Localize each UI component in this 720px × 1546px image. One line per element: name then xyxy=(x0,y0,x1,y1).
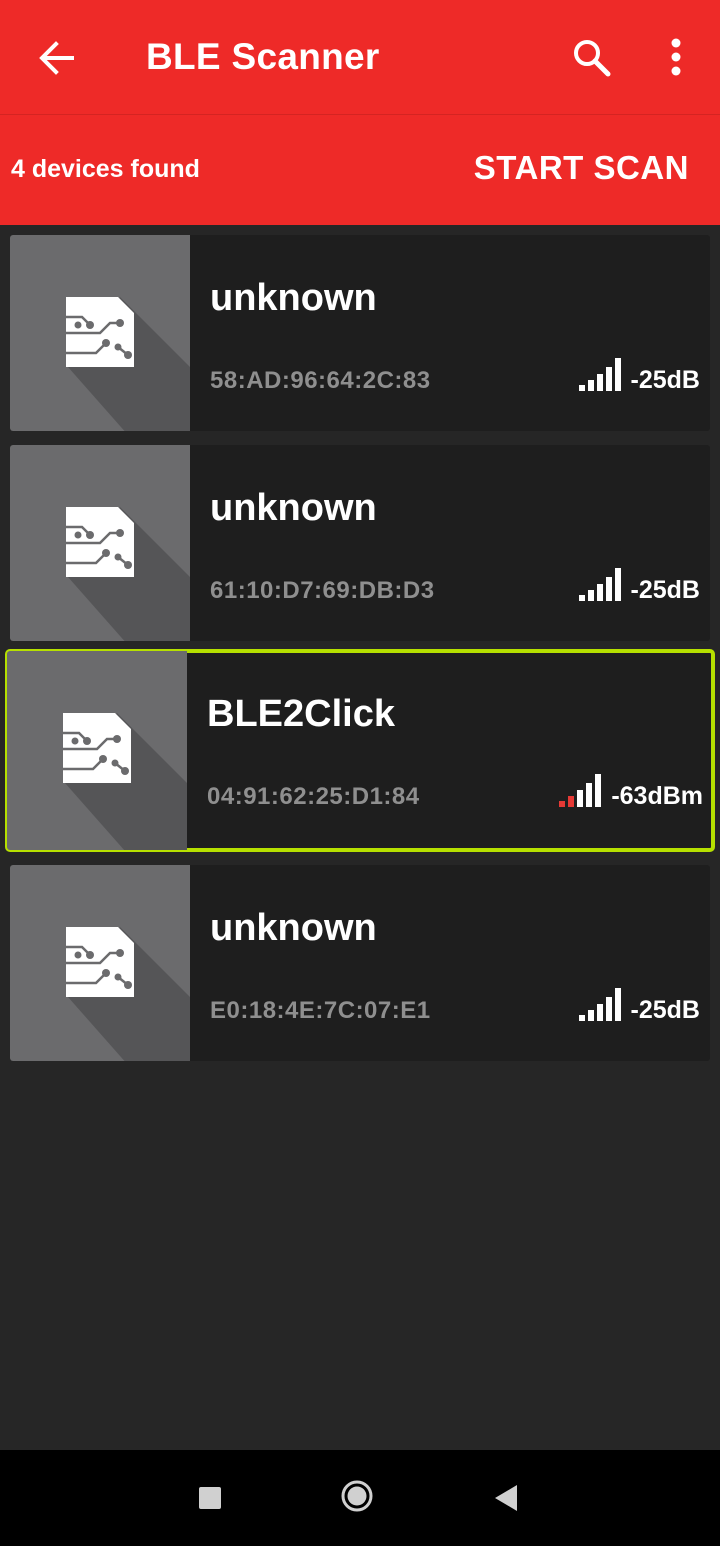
device-thumbnail xyxy=(10,235,190,431)
device-list-item[interactable]: unknown E0:18:4E:7C:07:E1 -25dB xyxy=(10,865,710,1061)
signal-bar xyxy=(605,367,612,391)
signal-bar xyxy=(578,385,585,391)
signal-bar xyxy=(586,783,593,807)
signal-bar xyxy=(578,595,585,601)
device-mac-address: E0:18:4E:7C:07:E1 xyxy=(210,997,431,1024)
recents-square-icon[interactable] xyxy=(199,1487,221,1509)
back-triangle-icon[interactable] xyxy=(493,1483,519,1513)
device-thumbnail xyxy=(10,865,190,1061)
signal-strength: -63dBm xyxy=(559,773,703,811)
signal-bars-icon xyxy=(578,567,621,605)
search-icon[interactable] xyxy=(570,36,614,80)
home-circle-icon[interactable] xyxy=(341,1480,373,1512)
device-list-item[interactable]: unknown 61:10:D7:69:DB:D3 -25dB xyxy=(10,445,710,641)
device-name: unknown xyxy=(210,907,377,949)
app-bar: BLE Scanner xyxy=(0,0,720,115)
rssi-value: -25dB xyxy=(630,576,700,604)
signal-bar xyxy=(578,1015,585,1021)
signal-strength: -25dB xyxy=(578,987,700,1025)
chip-icon xyxy=(66,297,190,431)
signal-bar xyxy=(605,997,612,1021)
device-list-item[interactable]: BLE2Click 04:91:62:25:D1:84 -63dBm xyxy=(5,649,715,852)
signal-bar xyxy=(587,1010,594,1021)
signal-bars-icon xyxy=(559,773,602,811)
signal-strength: -25dB xyxy=(578,567,700,605)
more-vert-icon[interactable] xyxy=(662,36,690,80)
signal-bar xyxy=(587,380,594,391)
system-nav-bar xyxy=(0,1450,720,1546)
signal-bar xyxy=(596,1004,603,1021)
app-title: BLE Scanner xyxy=(146,36,380,77)
chip-icon xyxy=(66,507,190,641)
device-name: unknown xyxy=(210,487,377,529)
rssi-value: -63dBm xyxy=(611,782,703,810)
signal-bar xyxy=(596,374,603,391)
devices-found-count: 4 devices found xyxy=(11,155,200,183)
device-mac-address: 04:91:62:25:D1:84 xyxy=(207,783,420,810)
scan-bar: 4 devices found START SCAN xyxy=(0,115,720,225)
device-name: unknown xyxy=(210,277,377,319)
device-thumbnail xyxy=(10,445,190,641)
signal-bar xyxy=(577,790,584,807)
chip-icon xyxy=(63,713,187,850)
device-list-item[interactable]: unknown 58:AD:96:64:2C:83 -25dB xyxy=(10,235,710,431)
signal-bar xyxy=(596,584,603,601)
rssi-value: -25dB xyxy=(630,366,700,394)
signal-bar xyxy=(559,801,566,807)
signal-bar xyxy=(614,988,621,1021)
signal-strength: -25dB xyxy=(578,357,700,395)
signal-bars-icon xyxy=(578,987,621,1025)
signal-bar xyxy=(614,568,621,601)
signal-bar xyxy=(605,577,612,601)
signal-bar xyxy=(595,774,602,807)
device-mac-address: 58:AD:96:64:2C:83 xyxy=(210,367,431,394)
chip-icon xyxy=(66,927,190,1061)
device-mac-address: 61:10:D7:69:DB:D3 xyxy=(210,577,435,604)
signal-bar xyxy=(568,796,575,807)
device-name: BLE2Click xyxy=(207,693,395,735)
signal-bar xyxy=(614,358,621,391)
signal-bars-icon xyxy=(578,357,621,395)
device-thumbnail xyxy=(7,651,187,850)
rssi-value: -25dB xyxy=(630,996,700,1024)
arrow-back-icon[interactable] xyxy=(36,38,76,78)
signal-bar xyxy=(587,590,594,601)
start-scan-button[interactable]: START SCAN xyxy=(474,149,689,187)
